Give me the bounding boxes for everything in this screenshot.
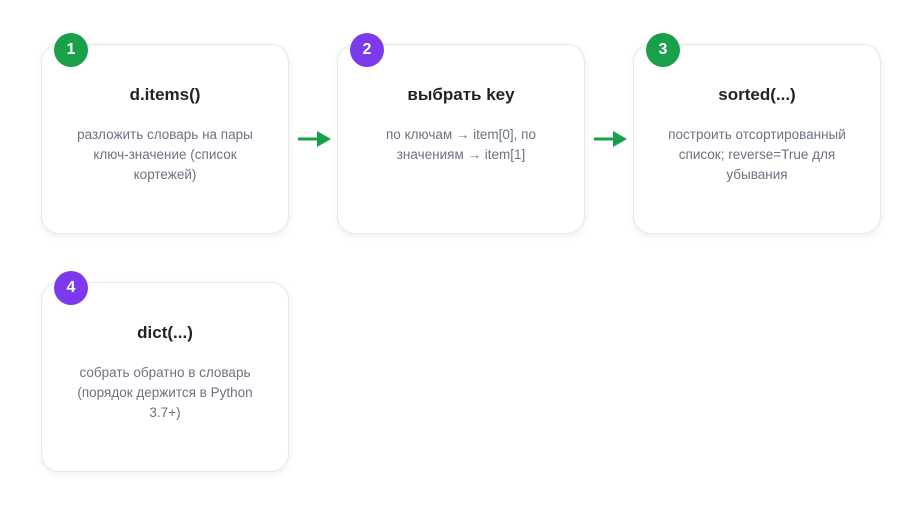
step-badge-3: 3 — [646, 33, 680, 67]
step-title-4: dict(...) — [137, 323, 193, 342]
step-badge-1: 1 — [54, 33, 88, 67]
step-badge-4: 4 — [54, 271, 88, 305]
arrow-right-icon — [594, 131, 627, 147]
flow-diagram: 1 d.items() разложить словарь на пары кл… — [0, 0, 922, 516]
step-title-3: sorted(...) — [718, 85, 796, 104]
step-description-3: построить отсортированный список; revers… — [668, 127, 846, 182]
step-title-2: выбрать key — [407, 85, 515, 104]
step-badge-2: 2 — [350, 33, 384, 67]
step-card-4: 4 dict(...) собрать обратно в словарь (п… — [41, 271, 289, 472]
step-card-2: 2 выбрать key по ключам → item[0], по зн… — [337, 33, 585, 234]
arrow-right-icon — [298, 131, 331, 147]
step-description-2: по ключам → item[0], по значениям → item… — [386, 127, 536, 162]
step-description-1: разложить словарь на пары ключ-значение … — [77, 127, 253, 182]
step-title-1: d.items() — [129, 85, 201, 104]
step-card-1: 1 d.items() разложить словарь на пары кл… — [41, 33, 289, 234]
step-card-3: 3 sorted(...) построить отсортированный … — [633, 33, 881, 234]
step-description-4: собрать обратно в словарь (порядок держи… — [77, 365, 253, 420]
